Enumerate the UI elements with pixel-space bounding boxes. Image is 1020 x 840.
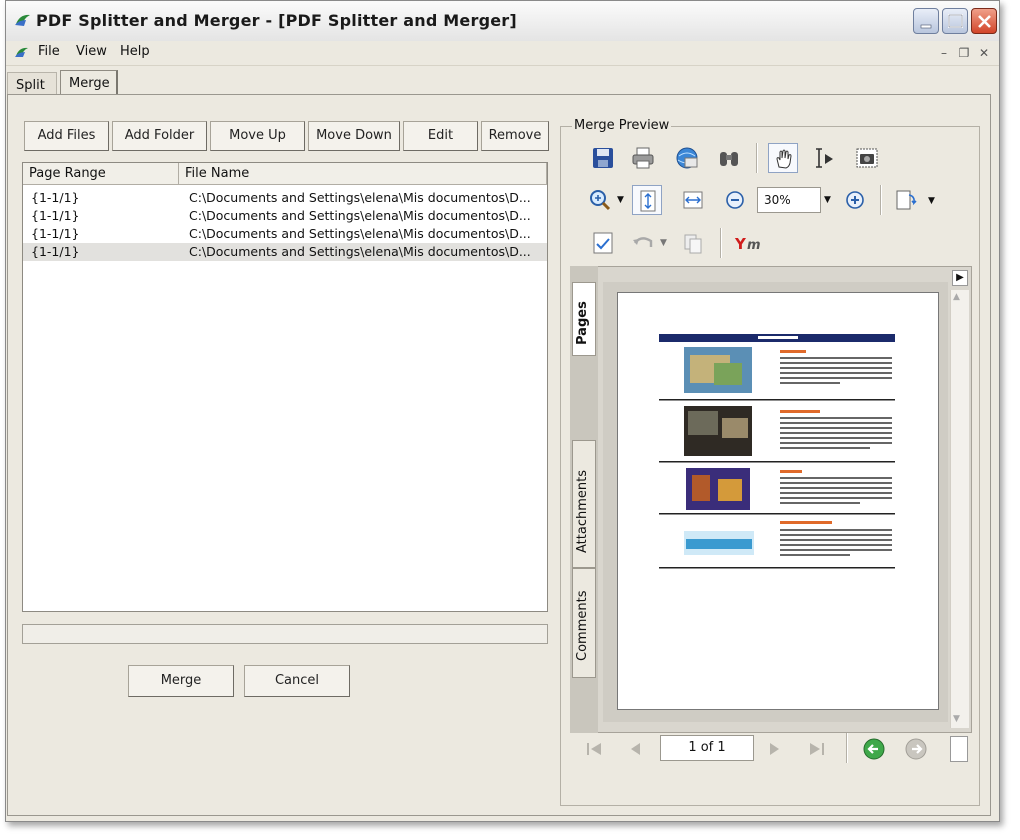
close-button[interactable] bbox=[971, 8, 997, 34]
zoom-level-dropdown-icon[interactable]: ▼ bbox=[824, 195, 831, 205]
mdi-close-icon[interactable]: ✕ bbox=[976, 45, 992, 61]
row-page-range: {1-1/1} bbox=[31, 244, 80, 259]
tab-split[interactable]: Split bbox=[7, 72, 57, 94]
go-forward-icon[interactable] bbox=[904, 737, 928, 761]
row-page-range: {1-1/1} bbox=[31, 226, 80, 241]
brand-logo-icon: Ym bbox=[730, 228, 780, 258]
row-file-name: C:\Documents and Settings\elena\Mis docu… bbox=[189, 190, 531, 205]
next-page-icon[interactable] bbox=[764, 740, 784, 758]
snapshot-camera-icon[interactable] bbox=[852, 143, 882, 173]
find-binoculars-icon[interactable] bbox=[714, 143, 744, 173]
rotate-page-icon[interactable] bbox=[892, 185, 922, 215]
row-file-name: C:\Documents and Settings\elena\Mis docu… bbox=[189, 226, 531, 241]
table-row[interactable]: {1-1/1} C:\Documents and Settings\elena\… bbox=[23, 207, 547, 225]
app-logo-icon bbox=[15, 14, 30, 26]
zoom-out-icon[interactable] bbox=[720, 185, 750, 215]
edit-button[interactable]: Edit bbox=[403, 121, 478, 151]
mdi-minimize-icon[interactable]: – bbox=[936, 45, 952, 61]
globe-email-icon[interactable] bbox=[672, 143, 702, 173]
svg-text:Y: Y bbox=[734, 235, 747, 253]
nav-extra-button[interactable] bbox=[950, 736, 968, 762]
side-tab-attachments[interactable]: Attachments bbox=[572, 440, 596, 568]
side-tab-label: Comments bbox=[575, 590, 590, 661]
row-page-range: {1-1/1} bbox=[31, 208, 80, 223]
undo-icon[interactable] bbox=[628, 228, 658, 258]
file-list[interactable]: Page Range File Name {1-1/1} C:\Document… bbox=[22, 162, 548, 612]
print-icon[interactable] bbox=[628, 143, 658, 173]
menu-view[interactable]: View bbox=[76, 44, 107, 59]
merge-preview-label: Merge Preview bbox=[572, 118, 672, 133]
last-page-icon[interactable] bbox=[806, 740, 828, 758]
zoom-level-field[interactable]: 30% bbox=[757, 187, 821, 213]
zoom-dropdown-arrow-icon[interactable]: ▼ bbox=[617, 195, 624, 205]
tab-merge[interactable]: Merge bbox=[60, 70, 118, 94]
save-icon[interactable] bbox=[588, 143, 618, 173]
fit-width-icon[interactable] bbox=[678, 185, 708, 215]
table-row[interactable]: {1-1/1} C:\Documents and Settings\elena\… bbox=[23, 189, 547, 207]
toolbar-separator bbox=[846, 733, 848, 763]
spell-check-icon[interactable] bbox=[588, 228, 618, 258]
side-tab-label: Pages bbox=[575, 301, 590, 345]
rotate-dropdown-icon[interactable]: ▼ bbox=[928, 196, 935, 206]
window-title: PDF Splitter and Merger - [PDF Splitter … bbox=[36, 11, 517, 30]
add-files-button[interactable]: Add Files bbox=[24, 121, 109, 151]
text-select-icon[interactable] bbox=[810, 143, 840, 173]
merge-button[interactable]: Merge bbox=[128, 665, 234, 697]
cancel-button[interactable]: Cancel bbox=[244, 665, 350, 697]
page-thumbnail bbox=[617, 292, 939, 710]
toolbar-separator bbox=[720, 228, 722, 258]
minimize-icon bbox=[920, 24, 932, 29]
menu-bar: File View Help – ❐ ✕ bbox=[6, 41, 999, 66]
fit-page-icon[interactable] bbox=[632, 185, 662, 215]
first-page-icon[interactable] bbox=[584, 740, 604, 758]
undo-dropdown-icon[interactable]: ▼ bbox=[660, 238, 667, 248]
row-file-name: C:\Documents and Settings\elena\Mis docu… bbox=[189, 244, 531, 259]
move-up-button[interactable]: Move Up bbox=[210, 121, 305, 151]
previous-page-icon[interactable] bbox=[626, 740, 646, 758]
side-tab-label: Attachments bbox=[575, 470, 590, 553]
table-row[interactable]: {1-1/1} C:\Documents and Settings\elena\… bbox=[23, 225, 547, 243]
toolbar-separator bbox=[756, 143, 758, 173]
mdi-restore-icon[interactable]: ❐ bbox=[956, 45, 972, 61]
copy-icon[interactable] bbox=[678, 228, 708, 258]
merge-progress-bar bbox=[22, 624, 548, 644]
row-page-range: {1-1/1} bbox=[31, 190, 80, 205]
viewer-vertical-scrollbar[interactable]: ▲ ▼ bbox=[950, 290, 969, 728]
maximize-icon bbox=[948, 14, 963, 28]
scroll-up-arrow-icon[interactable]: ▲ bbox=[953, 292, 960, 302]
app-logo-icon bbox=[15, 47, 28, 57]
add-folder-button[interactable]: Add Folder bbox=[112, 121, 207, 151]
column-header-file-name[interactable]: File Name bbox=[179, 163, 547, 185]
go-back-icon[interactable] bbox=[862, 737, 886, 761]
page-number-field[interactable]: 1 of 1 bbox=[660, 735, 754, 761]
column-header-page-range[interactable]: Page Range bbox=[23, 163, 179, 185]
remove-button[interactable]: Remove bbox=[481, 121, 549, 151]
menu-file[interactable]: File bbox=[38, 44, 60, 59]
scroll-down-arrow-icon[interactable]: ▼ bbox=[953, 714, 960, 724]
hand-tool-icon[interactable] bbox=[768, 143, 798, 173]
zoom-in-magnifier-icon[interactable] bbox=[585, 185, 615, 215]
menu-help[interactable]: Help bbox=[120, 44, 150, 59]
row-file-name: C:\Documents and Settings\elena\Mis docu… bbox=[189, 208, 531, 223]
panel-expand-arrow-icon[interactable]: ▶ bbox=[952, 270, 968, 286]
maximize-button[interactable] bbox=[942, 8, 968, 34]
side-tab-comments[interactable]: Comments bbox=[572, 568, 596, 678]
move-down-button[interactable]: Move Down bbox=[308, 121, 400, 151]
svg-text:m: m bbox=[747, 238, 761, 253]
page-content-illustration bbox=[659, 334, 895, 569]
side-tab-pages[interactable]: Pages bbox=[572, 282, 596, 356]
minimize-button[interactable] bbox=[913, 8, 939, 34]
table-row-selected[interactable]: {1-1/1} C:\Documents and Settings\elena\… bbox=[23, 243, 547, 261]
close-icon bbox=[978, 15, 991, 28]
title-bar[interactable]: PDF Splitter and Merger - [PDF Splitter … bbox=[6, 1, 999, 42]
toolbar-separator bbox=[880, 185, 882, 215]
zoom-in-icon[interactable] bbox=[840, 185, 870, 215]
